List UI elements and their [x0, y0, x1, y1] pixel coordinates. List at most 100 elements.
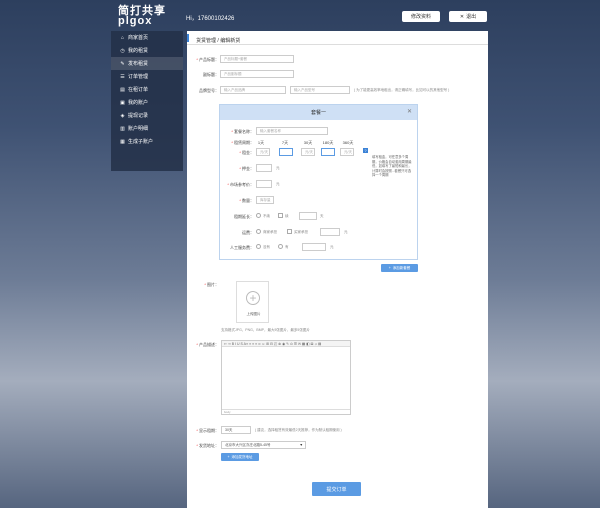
- shipping-fee-input[interactable]: [320, 228, 340, 236]
- description-editor[interactable]: ⇐ ⇒ B I U S A≡ ≡ ≡ ≡ ∞ ☺ ⊞ ⊟ ◰ ⊗ ◉ ✎ ⊙ ☰…: [221, 340, 351, 415]
- sidebar-item-label: 账户明细: [128, 126, 149, 132]
- detail-icon: ▥: [120, 125, 125, 132]
- renew-yes-label: 续: [285, 214, 289, 218]
- sidebar-item-my-rentals[interactable]: ◷ 我的租赁: [111, 44, 183, 57]
- logout-label: 退出: [466, 14, 477, 20]
- ship-seller-radio[interactable]: [256, 229, 261, 234]
- period-180: 180天: [322, 140, 334, 145]
- sidebar-item-home[interactable]: ⌂ 商家首页: [111, 31, 183, 44]
- breadcrumb: 货赁管理 / 编辑新货: [196, 37, 240, 44]
- add-address-label: 添加发货地址: [231, 454, 253, 459]
- labor-fee-input[interactable]: [302, 243, 326, 251]
- sidebar-item-orders[interactable]: ☰ 订单管理: [111, 70, 183, 83]
- brand-model-hint: ( 为了能更高效率地租出，请正确填写，比如可以的其他型号 ): [354, 88, 450, 92]
- subaccount-icon: ▦: [120, 138, 125, 145]
- plus-icon: +: [246, 291, 260, 305]
- period-label: * 租赁周期：: [231, 140, 254, 145]
- display-days-hint: ( 建议，选择租赁有效最低2天推荐，作为默认租期使用 ): [255, 428, 342, 432]
- logout-button[interactable]: ✕ 退出: [449, 11, 487, 22]
- product-title-input[interactable]: 产品标题+套餐: [220, 55, 294, 63]
- sidebar-item-label: 我的租赁: [128, 48, 149, 54]
- list-icon: ☰: [120, 73, 125, 80]
- ship-address-select[interactable]: 北京市大兴区亦庄北路5-45号 ▼: [221, 441, 306, 449]
- subtitle-label: 副标题：: [203, 72, 219, 77]
- labor-yes-radio[interactable]: [278, 244, 283, 249]
- sidebar-item-label: 我的账户: [128, 100, 149, 106]
- pencil-icon: ✎: [120, 60, 125, 67]
- sidebar-item-withdrawals[interactable]: ◈ 提现记录: [111, 109, 183, 122]
- shipping-label: 运费：: [242, 230, 254, 235]
- sidebar-item-label: 发布租赁: [128, 61, 149, 67]
- add-package-button[interactable]: + 添加新套餐: [381, 264, 418, 272]
- edit-profile-button[interactable]: 修改资料: [402, 11, 440, 22]
- clock-icon: ◷: [120, 47, 125, 54]
- document-icon: ▤: [120, 86, 125, 93]
- deposit-unit: 元: [276, 166, 280, 170]
- add-address-button[interactable]: + 添加发货地址: [221, 453, 259, 461]
- edit-profile-label: 修改资料: [410, 14, 431, 20]
- submit-button[interactable]: 提交订单: [312, 482, 361, 496]
- subtitle-input[interactable]: 产品副标题: [220, 70, 294, 78]
- renew-yes-checkbox[interactable]: [278, 213, 283, 218]
- rent-help-text: 填写租金，可任意多个周期，价格会自动套用周期最低，如填写了最短和最长，计算时会按…: [372, 155, 412, 177]
- rent-input-7[interactable]: [279, 148, 293, 156]
- rent-input-180[interactable]: [321, 148, 335, 156]
- brand-input[interactable]: 输入产品品牌: [220, 86, 286, 94]
- image-upload-box[interactable]: + 上传图片: [236, 281, 269, 323]
- quantity-label: * 数量：: [239, 198, 254, 203]
- renew-no-radio[interactable]: [256, 213, 261, 218]
- sidebar-item-publish[interactable]: ✎ 发布租赁: [111, 57, 183, 70]
- period-360: 360天: [342, 140, 354, 145]
- plus-icon: +: [227, 455, 230, 459]
- package-name-input[interactable]: 输入套餐名称: [256, 127, 328, 135]
- rent-input-30[interactable]: 元/天: [301, 148, 315, 156]
- display-days-label: * 显示租期：: [196, 428, 219, 433]
- help-icon[interactable]: ?: [363, 148, 368, 153]
- logo: 简打共享 plgox: [118, 6, 166, 27]
- labor-no-label: 没有: [263, 245, 270, 249]
- account-icon: ▣: [120, 99, 125, 106]
- home-icon: ⌂: [120, 34, 125, 41]
- brand-model-label: 品牌型号：: [199, 88, 219, 93]
- rent-input-1[interactable]: 元/天: [256, 148, 270, 156]
- sidebar-item-label: 商家首页: [128, 35, 149, 41]
- upload-label: 上传图片: [246, 312, 261, 316]
- model-input[interactable]: 输入产品型号: [290, 86, 350, 94]
- ship-buyer-checkbox[interactable]: [287, 229, 292, 234]
- shipping-unit: 元: [344, 230, 348, 234]
- ship-seller-label: 商家承担: [263, 230, 277, 234]
- renew-days-input[interactable]: [299, 212, 317, 220]
- period-1: 1天: [257, 140, 265, 145]
- sidebar-item-account[interactable]: ▣ 我的账户: [111, 96, 183, 109]
- deposit-input[interactable]: [256, 164, 272, 172]
- labor-yes-label: 有: [285, 245, 289, 249]
- rent-label: * 租金：: [239, 150, 254, 155]
- ship-buyer-label: 买家承担: [294, 230, 308, 234]
- sidebar-item-active-orders[interactable]: ▤ 在租订单: [111, 83, 183, 96]
- sidebar: ⌂ 商家首页 ◷ 我的租赁 ✎ 发布租赁 ☰ 订单管理 ▤ 在租订单 ▣ 我的账户 ◈ 提现记…: [111, 31, 183, 171]
- divider: [187, 44, 488, 45]
- editor-statusbar: body: [222, 409, 350, 414]
- close-icon[interactable]: ✕: [407, 108, 412, 115]
- market-price-input[interactable]: [256, 180, 272, 188]
- sidebar-item-details[interactable]: ▥ 账户明细: [111, 122, 183, 135]
- labor-no-radio[interactable]: [256, 244, 261, 249]
- period-30: 30天: [303, 140, 313, 145]
- editor-toolbar[interactable]: ⇐ ⇒ B I U S A≡ ≡ ≡ ≡ ∞ ☺ ⊞ ⊟ ◰ ⊗ ◉ ✎ ⊙ ☰…: [222, 341, 350, 347]
- ship-address-value: 北京市大兴区亦庄北路5-45号: [225, 442, 271, 447]
- description-label: * 产品描述：: [196, 342, 219, 347]
- add-package-label: 添加新套餐: [392, 265, 411, 270]
- breadcrumb-marker: [187, 34, 189, 42]
- close-icon: ✕: [459, 13, 465, 20]
- renew-unit: 天: [320, 214, 324, 218]
- display-days-input[interactable]: 30天: [221, 426, 251, 434]
- image-hint: 支持格式JPG、PNG、BMP，最大5张图片，最多5张图片: [221, 328, 310, 332]
- rent-input-360[interactable]: 元/天: [340, 148, 354, 156]
- sidebar-item-label: 生成子账户: [128, 139, 154, 145]
- package-name-label: * 套餐名称：: [231, 129, 254, 134]
- sidebar-item-label: 订单管理: [128, 74, 149, 80]
- quantity-input[interactable]: 库存量: [256, 196, 274, 204]
- sidebar-item-subaccount[interactable]: ▦ 生成子账户: [111, 135, 183, 148]
- sidebar-item-label: 在租订单: [128, 87, 149, 93]
- user-greeting: Hi，17600102426: [186, 16, 235, 22]
